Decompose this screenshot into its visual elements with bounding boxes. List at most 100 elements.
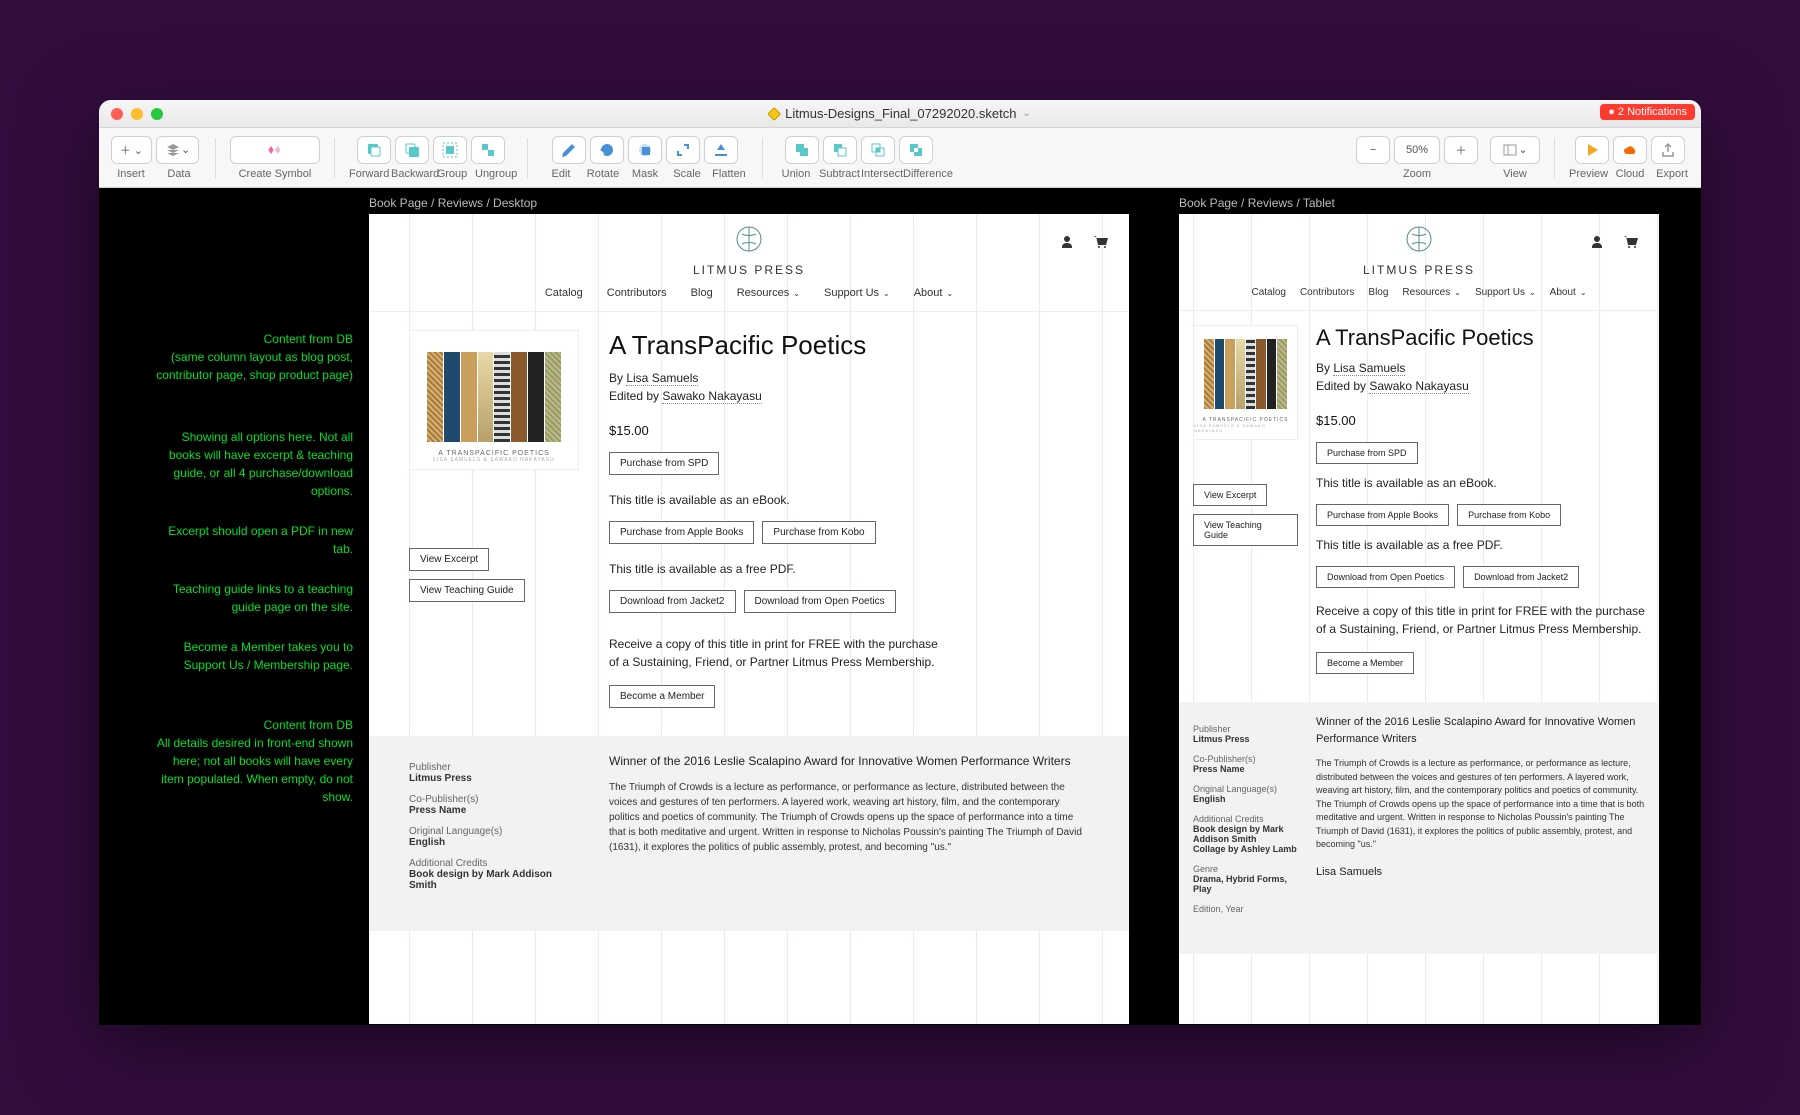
layers-icon (165, 142, 181, 158)
download-jacket2-button[interactable]: Download from Jacket2 (609, 590, 736, 613)
site-header: LITMUS PRESS (369, 214, 1129, 279)
nav-support[interactable]: Support Us⌄ (824, 287, 890, 299)
forward-button[interactable] (357, 136, 391, 164)
backward-icon (404, 142, 420, 158)
zoom-in-button[interactable]: ＋ (1444, 136, 1478, 164)
view-teaching-button[interactable]: View Teaching Guide (1193, 514, 1298, 546)
purchase-apple-button[interactable]: Purchase from Apple Books (609, 521, 754, 544)
artboard-label-tablet[interactable]: Book Page / Reviews / Tablet (1179, 196, 1335, 210)
nav-support[interactable]: Support Us⌄ (1475, 287, 1536, 298)
logo-mark-icon (734, 224, 764, 254)
zoom-window-button[interactable] (151, 108, 163, 120)
become-member-button[interactable]: Become a Member (1316, 652, 1414, 674)
book-cover: A TRANSPACIFIC POETICS LISA SAMUELS & SA… (409, 330, 579, 470)
zoom-value[interactable]: 50% (1394, 136, 1440, 164)
download-jacket2-button[interactable]: Download from Jacket2 (1463, 566, 1579, 588)
forward-icon (366, 142, 382, 158)
price: $15.00 (609, 423, 1089, 438)
price: $15.00 (1316, 413, 1645, 428)
view-teaching-button[interactable]: View Teaching Guide (409, 579, 525, 602)
award-text: Winner of the 2016 Leslie Scalapino Awar… (609, 752, 1089, 770)
titlebar: Litmus-Designs_Final_07292020.sketch ⌄ ●… (99, 100, 1701, 128)
notifications-badge[interactable]: ● 2 Notifications (1600, 104, 1695, 120)
create-symbol-icon (267, 142, 283, 158)
artboard-tablet[interactable]: LITMUS PRESS Catalog Contributors Blog R… (1179, 214, 1659, 1024)
edit-button[interactable] (552, 136, 586, 164)
logo[interactable]: LITMUS PRESS (1363, 224, 1475, 277)
ebook-text: This title is available as an eBook. (1316, 476, 1645, 490)
nav-blog[interactable]: Blog (691, 287, 713, 299)
play-icon (1584, 142, 1600, 158)
nav-resources[interactable]: Resources⌄ (1402, 287, 1461, 298)
site-nav: Catalog Contributors Blog Resources⌄ Sup… (1179, 279, 1659, 311)
flatten-icon (713, 142, 729, 158)
intersect-button[interactable] (861, 136, 895, 164)
ungroup-button[interactable] (471, 136, 505, 164)
design-annotations: Content from DB (same column layout as b… (99, 214, 369, 828)
backward-button[interactable] (395, 136, 429, 164)
contributor-name: Lisa Samuels (1316, 866, 1645, 878)
cart-icon[interactable] (1093, 234, 1109, 250)
zoom-out-button[interactable]: − (1356, 136, 1390, 164)
body-text: The Triumph of Crowds is a lecture as pe… (1316, 757, 1645, 852)
union-button[interactable] (785, 136, 819, 164)
minimize-window-button[interactable] (131, 108, 143, 120)
pdf-text: This title is available as a free PDF. (1316, 538, 1645, 552)
flatten-button[interactable] (704, 136, 738, 164)
mask-icon (637, 142, 653, 158)
pdf-text: This title is available as a free PDF. (609, 562, 1089, 576)
nav-contributors[interactable]: Contributors (1300, 287, 1354, 298)
nav-contributors[interactable]: Contributors (607, 287, 667, 299)
award-text: Winner of the 2016 Leslie Scalapino Awar… (1316, 714, 1645, 747)
account-icon[interactable] (1589, 234, 1605, 250)
byline-editor: Edited by Sawako Nakayasu (1316, 379, 1645, 393)
close-window-button[interactable] (111, 108, 123, 120)
create-symbol-button[interactable] (230, 136, 320, 164)
canvas[interactable]: Content from DB (same column layout as b… (99, 188, 1701, 1025)
group-button[interactable] (433, 136, 467, 164)
nav-about[interactable]: About⌄ (914, 287, 953, 299)
scale-button[interactable] (666, 136, 700, 164)
artboard-desktop[interactable]: LITMUS PRESS Catalog Contributors Blog R… (369, 214, 1129, 1024)
view-excerpt-button[interactable]: View Excerpt (1193, 484, 1267, 506)
details-section: Publisher Litmus Press Co-Publisher(s) P… (369, 736, 1129, 931)
nav-about[interactable]: About⌄ (1550, 287, 1587, 298)
intersect-icon (870, 142, 886, 158)
become-member-button[interactable]: Become a Member (609, 685, 715, 708)
export-button[interactable] (1651, 136, 1685, 164)
cloud-button[interactable] (1613, 136, 1647, 164)
account-icon[interactable] (1059, 234, 1075, 250)
nav-catalog[interactable]: Catalog (1251, 287, 1285, 298)
byline-author: By Lisa Samuels (609, 371, 1089, 385)
nav-resources[interactable]: Resources⌄ (737, 287, 800, 299)
details-section: Publisher Litmus Press Co-Publisher(s) P… (1179, 702, 1659, 954)
nav-blog[interactable]: Blog (1368, 287, 1388, 298)
view-button[interactable]: ⌄ (1490, 136, 1540, 164)
cloud-icon (1622, 142, 1638, 158)
cart-icon[interactable] (1623, 234, 1639, 250)
union-icon (794, 142, 810, 158)
download-openpoetics-button[interactable]: Download from Open Poetics (744, 590, 896, 613)
mask-button[interactable] (628, 136, 662, 164)
subtract-button[interactable] (823, 136, 857, 164)
download-openpoetics-button[interactable]: Download from Open Poetics (1316, 566, 1455, 588)
artboard-label-desktop[interactable]: Book Page / Reviews / Desktop (369, 196, 537, 210)
toolbar: ＋ ⌄ ⌄ InsertData Create Symbol For (99, 128, 1701, 188)
purchase-kobo-button[interactable]: Purchase from Kobo (1457, 504, 1561, 526)
data-button[interactable]: ⌄ (156, 136, 199, 164)
preview-button[interactable] (1575, 136, 1609, 164)
view-excerpt-button[interactable]: View Excerpt (409, 548, 489, 571)
byline-author: By Lisa Samuels (1316, 361, 1645, 375)
logo[interactable]: LITMUS PRESS (693, 224, 805, 277)
difference-icon (908, 142, 924, 158)
difference-button[interactable] (899, 136, 933, 164)
insert-button[interactable]: ＋ ⌄ (111, 136, 152, 164)
purchase-spd-button[interactable]: Purchase from SPD (1316, 442, 1418, 464)
purchase-kobo-button[interactable]: Purchase from Kobo (762, 521, 875, 544)
purchase-apple-button[interactable]: Purchase from Apple Books (1316, 504, 1449, 526)
nav-catalog[interactable]: Catalog (545, 287, 583, 299)
purchase-spd-button[interactable]: Purchase from SPD (609, 452, 719, 475)
logo-mark-icon (1404, 224, 1434, 254)
rotate-button[interactable] (590, 136, 624, 164)
ungroup-icon (480, 142, 496, 158)
